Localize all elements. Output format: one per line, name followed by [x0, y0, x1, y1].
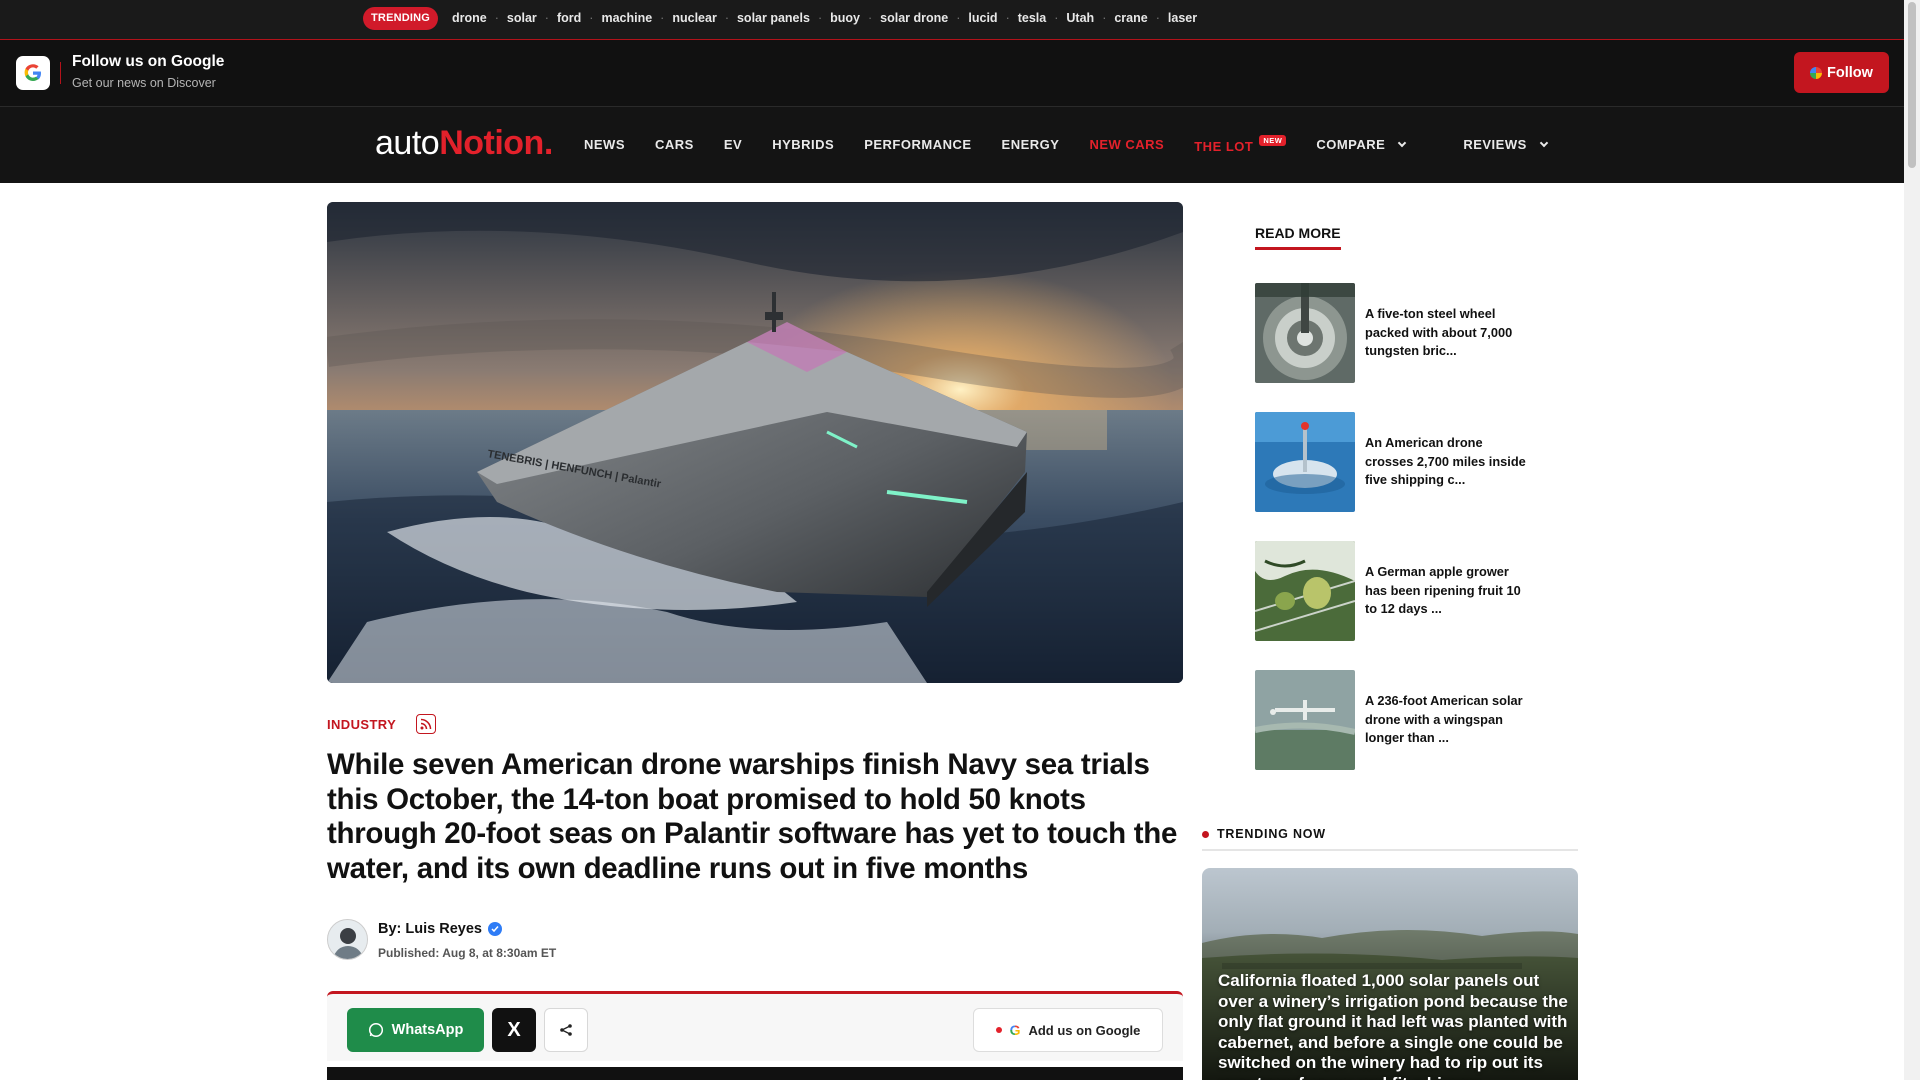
- logo-part: .: [543, 124, 553, 162]
- share-button[interactable]: [544, 1008, 588, 1052]
- logo-part: otion: [463, 124, 544, 162]
- read-more-thumbnail[interactable]: [1255, 283, 1355, 383]
- share-bar: WhatsApp X G Add us on Google: [327, 991, 1183, 1061]
- article-category-row: INDUSTRY: [327, 714, 437, 734]
- author-byline[interactable]: By: Luis Reyes: [378, 921, 502, 937]
- site-logo[interactable]: autoNotion.: [375, 124, 553, 163]
- nav-item-cars[interactable]: CARS: [655, 137, 694, 152]
- trending-tag[interactable]: lucid: [948, 11, 997, 25]
- follow-subtitle: Get our news on Discover: [72, 76, 216, 90]
- read-more-item[interactable]: A five-ton steel wheel packed with about…: [1255, 283, 1555, 383]
- nav-item-reviews[interactable]: REVIEWS: [1463, 137, 1549, 152]
- nav-item-new-cars[interactable]: NEW CARS: [1089, 137, 1164, 152]
- add-google-label: Add us on Google: [1028, 1022, 1141, 1038]
- verified-icon: [487, 922, 502, 936]
- nav-item-hybrids[interactable]: HYBRIDS: [772, 137, 834, 152]
- follow-button-label: Follow: [1827, 64, 1873, 81]
- whatsapp-share-button[interactable]: WhatsApp: [347, 1008, 484, 1052]
- read-more-item[interactable]: A German apple grower has been ripening …: [1255, 541, 1555, 641]
- divider: [60, 62, 61, 84]
- nav-items: NEWS CARS EV HYBRIDS PERFORMANCE ENERGY …: [584, 135, 1577, 154]
- read-more-item[interactable]: A 236-foot American solar drone with a w…: [1255, 670, 1555, 770]
- trending-tag[interactable]: crane: [1094, 11, 1147, 25]
- x-icon: X: [507, 1018, 521, 1041]
- whatsapp-label: WhatsApp: [391, 1022, 464, 1038]
- read-more-title[interactable]: An American drone crosses 2,700 miles in…: [1365, 434, 1530, 490]
- follow-button[interactable]: Follow: [1794, 52, 1889, 93]
- google-dot-icon: [1810, 66, 1823, 79]
- nav-item-compare-label: COMPARE: [1316, 137, 1386, 152]
- trending-now-card[interactable]: California floated 1,000 solar panels ou…: [1202, 868, 1578, 1080]
- nav-item-the-lot-label: THE LOT: [1194, 139, 1254, 154]
- trending-badge: TRENDING: [363, 7, 439, 30]
- article-headline: While seven American drone warships fini…: [327, 748, 1178, 885]
- chevron-down-icon: [1539, 138, 1549, 147]
- author-name: By: Luis Reyes: [378, 921, 482, 937]
- whatsapp-icon: [368, 1022, 383, 1038]
- x-share-button[interactable]: X: [492, 1008, 536, 1052]
- read-more-title[interactable]: A German apple grower has been ripening …: [1365, 563, 1530, 619]
- read-more-heading: READ MORE: [1255, 225, 1341, 250]
- nav-item-performance[interactable]: PERFORMANCE: [864, 137, 971, 152]
- trending-tag[interactable]: ford: [537, 11, 581, 25]
- add-us-on-google-button[interactable]: G Add us on Google: [973, 1008, 1163, 1052]
- author-avatar[interactable]: [327, 919, 368, 960]
- google-logo-icon: [16, 56, 50, 90]
- google-icon: G: [1009, 1022, 1021, 1038]
- follow-title: Follow us on Google: [72, 53, 225, 70]
- trending-tag[interactable]: drone: [452, 11, 487, 25]
- nav-item-energy[interactable]: ENERGY: [1002, 137, 1060, 152]
- hero-image: TENEBRIS | HENFUNCH | Palantir: [327, 202, 1183, 683]
- trending-now-title[interactable]: California floated 1,000 solar panels ou…: [1218, 971, 1568, 1080]
- nav-item-ev[interactable]: EV: [724, 137, 742, 152]
- share-icon: [560, 1024, 572, 1036]
- google-follow-bar: Follow us on Google Get our news on Disc…: [0, 40, 1904, 107]
- trending-tag[interactable]: laser: [1148, 11, 1197, 25]
- read-more-thumbnail[interactable]: [1255, 541, 1355, 641]
- trending-tag[interactable]: tesla: [998, 11, 1047, 25]
- read-more-thumbnail[interactable]: [1255, 412, 1355, 512]
- read-more-title[interactable]: A 236-foot American solar drone with a w…: [1365, 692, 1530, 748]
- scrollbar-thumb[interactable]: [1908, 2, 1916, 168]
- live-dot-icon: [995, 1027, 1002, 1033]
- nav-item-reviews-label: REVIEWS: [1463, 137, 1527, 152]
- trending-tag[interactable]: solar: [487, 11, 537, 25]
- published-date: Published: Aug 8, at 8:30am ET: [378, 946, 557, 960]
- nav-item-compare[interactable]: COMPARE: [1316, 137, 1407, 152]
- nav-item-the-lot[interactable]: THE LOT NEW: [1194, 135, 1287, 154]
- read-more-title[interactable]: A five-ton steel wheel packed with about…: [1365, 305, 1530, 361]
- trending-now-heading: TRENDING NOW: [1202, 827, 1578, 851]
- logo-part: auto: [375, 124, 440, 162]
- trending-bar: TRENDING drone solar ford machine nuclea…: [0, 0, 1904, 40]
- logo-part: N: [439, 124, 464, 162]
- trending-tag[interactable]: solar drone: [860, 11, 948, 25]
- article-category[interactable]: INDUSTRY: [327, 717, 396, 732]
- trending-tag[interactable]: machine: [581, 11, 652, 25]
- chevron-down-icon: [1398, 138, 1407, 147]
- read-more-item[interactable]: An American drone crosses 2,700 miles in…: [1255, 412, 1555, 512]
- trending-tag[interactable]: solar panels: [717, 11, 810, 25]
- new-badge: NEW: [1259, 135, 1287, 146]
- red-dot-icon: [1202, 830, 1209, 838]
- trending-tag[interactable]: buoy: [810, 11, 860, 25]
- read-more-thumbnail[interactable]: [1255, 670, 1355, 770]
- trending-tags: drone solar ford machine nuclear solar p…: [452, 11, 1197, 25]
- trending-tag[interactable]: nuclear: [652, 11, 716, 25]
- rss-icon[interactable]: [416, 714, 437, 734]
- nav-item-news[interactable]: NEWS: [584, 137, 625, 152]
- trending-now-label: TRENDING NOW: [1217, 827, 1326, 841]
- main-nav: autoNotion. NEWS CARS EV HYBRIDS PERFORM…: [0, 107, 1904, 183]
- trending-tag[interactable]: Utah: [1046, 11, 1094, 25]
- video-player-edge[interactable]: [327, 1067, 1183, 1080]
